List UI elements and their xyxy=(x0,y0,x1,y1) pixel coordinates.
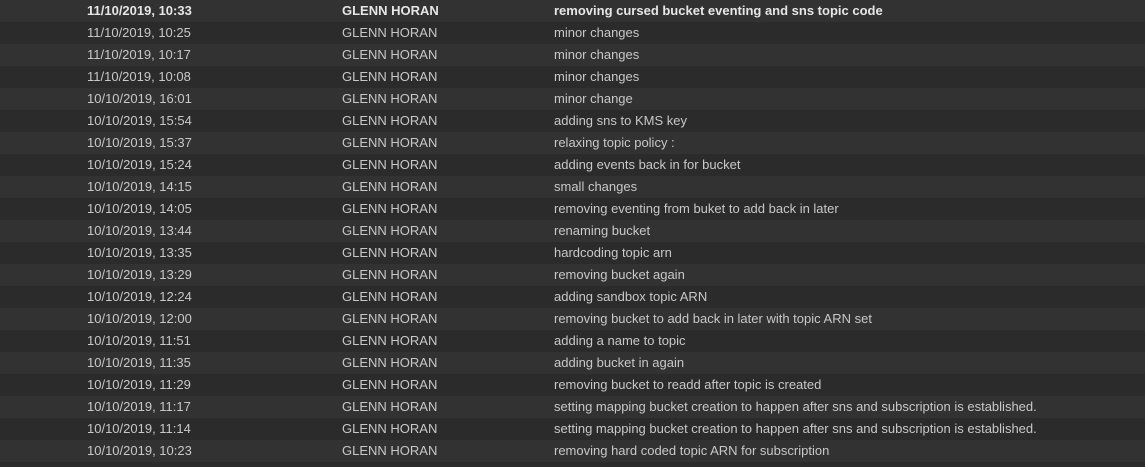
commit-log-table: 11/10/2019, 10:33 GLENN HORAN removing cur… xyxy=(0,0,1145,467)
commit-message: removing cursed bucket eventing and sns … xyxy=(554,3,883,18)
commit-message: adding bucket in again xyxy=(554,355,685,370)
commit-date: 10/10/2019, 11:29 xyxy=(87,377,191,392)
commit-row[interactable]: 10/10/2019, 11:29 GLENN HORAN removing buc… xyxy=(0,374,1145,396)
commit-message: adding events back in for bucket xyxy=(554,157,741,172)
commit-date: 11/10/2019, 10:08 xyxy=(87,69,191,84)
commit-date: 10/10/2019, 15:37 xyxy=(87,135,192,150)
commit-message: relaxing topic policy : xyxy=(554,135,675,150)
commit-row[interactable]: 10/10/2019, 13:35 GLENN HORAN hardcoding t… xyxy=(0,242,1145,264)
commit-date: 10/10/2019, 14:05 xyxy=(87,201,192,216)
commit-message: minor changes xyxy=(554,25,640,40)
commit-message: minor changes xyxy=(554,69,640,84)
commit-message: adding a name to topic xyxy=(554,333,686,348)
commit-row[interactable]: 11/10/2019, 10:17 GLENN HORAN minor change… xyxy=(0,44,1145,66)
commit-date: 10/10/2019, 11:14 xyxy=(87,421,191,436)
commit-author: GLENN HORAN xyxy=(342,91,438,106)
commit-date: 10/10/2019, 15:24 xyxy=(87,157,192,172)
commit-author: GLENN HORAN xyxy=(342,3,439,18)
commit-message: adding sns to KMS key xyxy=(554,113,687,128)
commit-date: 11/10/2019, 10:33 xyxy=(87,3,192,18)
commit-author: GLENN HORAN xyxy=(342,443,438,458)
commit-author: GLENN HORAN xyxy=(342,377,438,392)
commit-author: GLENN HORAN xyxy=(342,201,438,216)
commit-date: 10/10/2019, 16:01 xyxy=(87,91,192,106)
commit-date: 10/10/2019, 12:00 xyxy=(87,311,192,326)
commit-date: 11/10/2019, 10:25 xyxy=(87,25,191,40)
commit-message: removing bucket again xyxy=(554,267,685,282)
commit-author: GLENN HORAN xyxy=(342,311,438,326)
commit-row[interactable]: 10/10/2019, 13:29 GLENN HORAN removing buc… xyxy=(0,264,1145,286)
commit-row[interactable]: 10/10/2019, 12:00 GLENN HORAN removing buc… xyxy=(0,308,1145,330)
commit-message: renaming bucket xyxy=(554,223,651,238)
commit-author: GLENN HORAN xyxy=(342,245,438,260)
commit-author: GLENN HORAN xyxy=(342,399,438,414)
commit-author: GLENN HORAN xyxy=(342,135,438,150)
commit-date: 10/10/2019, 13:44 xyxy=(87,223,192,238)
commit-date: 10/10/2019, 13:35 xyxy=(87,245,192,260)
commit-row[interactable]: 10/10/2019, 14:15 GLENN HORAN small change… xyxy=(0,176,1145,198)
commit-date: 10/10/2019, 11:17 xyxy=(87,399,191,414)
commit-message: removing eventing from buket to add back… xyxy=(554,201,839,216)
commit-date: 10/10/2019, 14:15 xyxy=(87,179,192,194)
commit-message: removing bucket to readd after topic is … xyxy=(554,377,822,392)
commit-row[interactable]: 10/10/2019, 11:51 GLENN HORAN adding a nam… xyxy=(0,330,1145,352)
commit-author: GLENN HORAN xyxy=(342,421,438,436)
commit-message: setting mapping bucket creation to happe… xyxy=(554,421,1037,436)
commit-date: 10/10/2019, 10:23 xyxy=(87,443,192,458)
commit-row[interactable]: 10/10/2019, 15:37 GLENN HORAN relaxing top… xyxy=(0,132,1145,154)
commit-message: adding sandbox topic ARN xyxy=(554,289,708,304)
commit-author: GLENN HORAN xyxy=(342,157,438,172)
commit-message: minor change xyxy=(554,91,633,106)
commit-date: 11/10/2019, 10:17 xyxy=(87,47,191,62)
commit-message: setting mapping bucket creation to happe… xyxy=(554,399,1037,414)
commit-date: 10/10/2019, 15:54 xyxy=(87,113,192,128)
commit-row[interactable]: 10/10/2019, 13:44 GLENN HORAN renaming buc… xyxy=(0,220,1145,242)
commit-author: GLENN HORAN xyxy=(342,69,438,84)
commit-message: removing bucket to add back in later wit… xyxy=(554,311,872,326)
commit-author: GLENN HORAN xyxy=(342,355,438,370)
commit-row[interactable]: 10/10/2019, 14:05 GLENN HORAN removing eve… xyxy=(0,198,1145,220)
commit-message: removing hard coded topic ARN for subscr… xyxy=(554,443,830,458)
commit-row[interactable]: 10/10/2019, 11:35 GLENN HORAN adding bucke… xyxy=(0,352,1145,374)
commit-author: GLENN HORAN xyxy=(342,179,438,194)
commit-message: hardcoding topic arn xyxy=(554,245,672,260)
commit-message: small changes xyxy=(554,179,638,194)
commit-date: 10/10/2019, 11:51 xyxy=(87,333,191,348)
commit-row[interactable]: 10/10/2019, 12:24 GLENN HORAN adding sandb… xyxy=(0,286,1145,308)
commit-author: GLENN HORAN xyxy=(342,223,438,238)
commit-author: GLENN HORAN xyxy=(342,47,438,62)
commit-author: GLENN HORAN xyxy=(342,289,438,304)
commit-row[interactable]: 11/10/2019, 10:33 GLENN HORAN removing cur… xyxy=(0,0,1145,22)
commit-row[interactable]: 10/10/2019, 15:24 GLENN HORAN adding event… xyxy=(0,154,1145,176)
commit-row[interactable]: 10/10/2019, 11:14 GLENN HORAN setting mapp… xyxy=(0,418,1145,440)
commit-author: GLENN HORAN xyxy=(342,333,438,348)
commit-date: 10/10/2019, 13:29 xyxy=(87,267,192,282)
commit-author: GLENN HORAN xyxy=(342,25,438,40)
commit-row[interactable]: 11/10/2019, 10:25 GLENN HORAN minor change… xyxy=(0,22,1145,44)
commit-author: GLENN HORAN xyxy=(342,113,438,128)
commit-row[interactable]: 11/10/2019, 10:08 GLENN HORAN minor change… xyxy=(0,66,1145,88)
commit-row[interactable]: 10/10/2019, 15:54 GLENN HORAN adding sns t… xyxy=(0,110,1145,132)
commit-row[interactable]: 10/10/2019, 10:23 GLENN HORAN removing har… xyxy=(0,440,1145,462)
commit-row[interactable]: 10/10/2019, 16:01 GLENN HORAN minor change xyxy=(0,88,1145,110)
commit-date: 10/10/2019, 11:35 xyxy=(87,355,191,370)
commit-message: minor changes xyxy=(554,47,640,62)
commit-date: 10/10/2019, 12:24 xyxy=(87,289,192,304)
commit-row[interactable]: 10/10/2019, 11:17 GLENN HORAN setting mapp… xyxy=(0,396,1145,418)
commit-author: GLENN HORAN xyxy=(342,267,438,282)
